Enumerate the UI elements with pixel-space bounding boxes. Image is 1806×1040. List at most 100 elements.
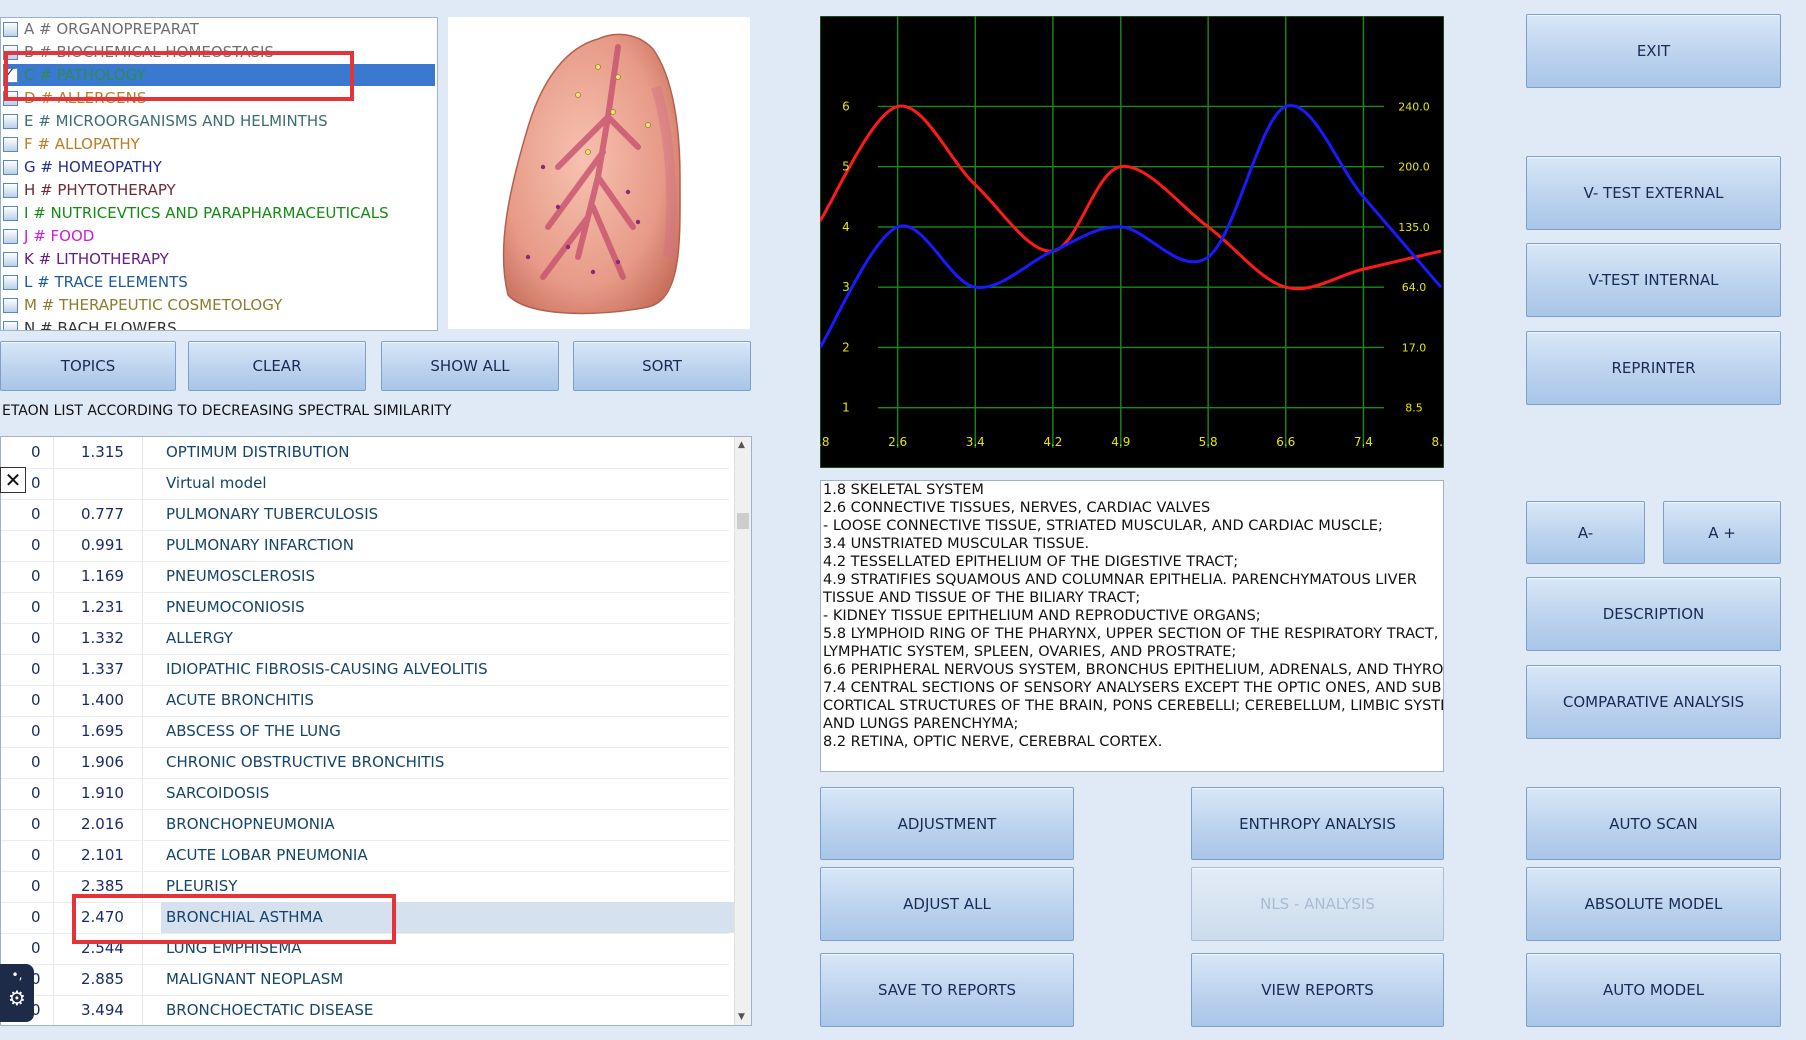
row-count: 0 — [31, 443, 41, 461]
row-name: PULMONARY INFARCTION — [166, 536, 354, 554]
y-left-tick-label: 6 — [842, 99, 850, 113]
table-row[interactable]: ALLERGY 0 1.332 — [1, 623, 729, 655]
description-button[interactable]: DESCRIPTION — [1526, 577, 1781, 651]
view-reports-button[interactable]: VIEW REPORTS — [1191, 953, 1444, 1027]
row-name: ACUTE BRONCHITIS — [166, 691, 314, 709]
scroll-thumb[interactable] — [737, 513, 749, 529]
v-test-external-button[interactable]: V- TEST EXTERNAL — [1526, 156, 1781, 230]
row-value: 2.016 — [81, 815, 124, 833]
description-line: - KIDNEY TISSUE EPITHELIUM AND REPRODUCT… — [823, 608, 1261, 624]
list-caption: ETAON LIST ACCORDING TO DECREASING SPECT… — [2, 403, 452, 419]
topic-checkbox[interactable] — [3, 320, 18, 330]
topic-label: I # NUTRICEVTICS AND PARAPHARMACEUTICALS — [24, 204, 389, 222]
row-name: ACUTE LOBAR PNEUMONIA — [166, 846, 368, 864]
description-line: 6.6 PERIPHERAL NERVOUS SYSTEM, BRONCHUS … — [823, 662, 1444, 678]
row-name: IDIOPATHIC FIBROSIS-CAUSING ALVEOLITIS — [166, 660, 488, 678]
row-name: OPTIMUM DISTRIBUTION — [166, 443, 350, 461]
scroll-up-icon[interactable]: ▲ — [738, 440, 745, 450]
description-line: TISSUE AND TISSUE OF THE BILIARY TRACT; — [823, 590, 1141, 606]
topic-item[interactable]: K # LITHOTHERAPY — [3, 248, 435, 270]
topic-checkbox[interactable] — [3, 205, 18, 221]
adjust-all-button[interactable]: ADJUST ALL — [820, 867, 1074, 941]
scroll-down-icon[interactable]: ▼ — [738, 1012, 745, 1022]
topic-item[interactable]: A # ORGANOPREPARAT — [3, 18, 435, 40]
a-plus-button[interactable]: A + — [1663, 501, 1781, 564]
table-row[interactable]: ACUTE LOBAR PNEUMONIA 0 2.101 — [1, 840, 729, 872]
table-row[interactable]: MALIGNANT NEOPLASM 0 2.885 — [1, 964, 729, 996]
table-row[interactable]: OPTIMUM DISTRIBUTION 0 1.315 — [1, 437, 729, 469]
y-left-tick-label: 1 — [842, 401, 850, 415]
description-line: 8.2 RETINA, OPTIC NERVE, CEREBRAL CORTEX… — [823, 734, 1163, 750]
topic-label: J # FOOD — [24, 227, 95, 245]
topic-checkbox[interactable] — [3, 136, 18, 152]
row-value: 1.169 — [81, 567, 124, 585]
reprinter-button[interactable]: REPRINTER — [1526, 331, 1781, 405]
table-row[interactable]: PULMONARY INFARCTION 0 0.991 — [1, 530, 729, 562]
topic-item[interactable]: I # NUTRICEVTICS AND PARAPHARMACEUTICALS — [3, 202, 435, 224]
topic-checkbox[interactable] — [3, 297, 18, 313]
row-value: 0.777 — [81, 505, 124, 523]
save-to-reports-button[interactable]: SAVE TO REPORTS — [820, 953, 1074, 1027]
topic-item[interactable]: M # THERAPEUTIC COSMETOLOGY — [3, 294, 435, 316]
table-row[interactable]: CHRONIC OBSTRUCTIVE BRONCHITIS 0 1.906 — [1, 747, 729, 779]
topics-button[interactable]: TOPICS — [0, 341, 176, 391]
close-icon[interactable]: ✕ — [0, 467, 26, 493]
x-tick-label: 7.4 — [1354, 435, 1373, 449]
x-tick-label: 1.8 — [820, 435, 830, 449]
dots-icon: •, — [11, 968, 23, 982]
table-row[interactable]: PNEUMOSCLEROSIS 0 1.169 — [1, 561, 729, 593]
topic-checkbox[interactable] — [3, 182, 18, 198]
exit-button[interactable]: EXIT — [1526, 14, 1781, 88]
row-count: 0 — [31, 691, 41, 709]
sort-button[interactable]: SORT — [573, 341, 751, 391]
table-row[interactable]: BRONCHOECTATIC DISEASE 0 3.494 — [1, 995, 729, 1025]
topic-item[interactable]: E # MICROORGANISMS AND HELMINTHS — [3, 110, 435, 132]
table-row[interactable]: PULMONARY TUBERCULOSIS 0 0.777 — [1, 499, 729, 531]
topic-item[interactable]: G # HOMEOPATHY — [3, 156, 435, 178]
table-row[interactable]: BRONCHOPNEUMONIA 0 2.016 — [1, 809, 729, 841]
table-row[interactable]: ABSCESS OF THE LUNG 0 1.695 — [1, 716, 729, 748]
topic-item[interactable]: H # PHYTOTHERAPY — [3, 179, 435, 201]
x-tick-label: 4.2 — [1043, 435, 1062, 449]
x-tick-label: 5.8 — [1199, 435, 1218, 449]
topic-item[interactable]: F # ALLOPATHY — [3, 133, 435, 155]
spectral-chart: 1.8 2.6 3.4 4.2 4.9 5.8 6.6 7.4 8.2 6 5 4 3 2 1 240.0 20… — [820, 16, 1444, 468]
table-row[interactable]: Virtual model 0 — [1, 468, 729, 500]
topic-checkbox[interactable] — [3, 274, 18, 290]
topic-checkbox[interactable] — [3, 159, 18, 175]
comparative-analysis-button[interactable]: COMPARATIVE ANALYSIS — [1526, 665, 1781, 739]
v-test-internal-button[interactable]: V-TEST INTERNAL — [1526, 243, 1781, 317]
table-row[interactable]: PNEUMOCONIOSIS 0 1.231 — [1, 592, 729, 624]
enthropy-analysis-button[interactable]: ENTHROPY ANALYSIS — [1191, 787, 1444, 860]
description-line: AND LUNGS PARENCHYMA; — [823, 716, 1019, 732]
description-line: 7.4 CENTRAL SECTIONS OF SENSORY ANALYSER… — [823, 680, 1442, 696]
adjustment-button[interactable]: ADJUSTMENT — [820, 787, 1074, 860]
settings-widget[interactable]: •, ⚙ — [0, 964, 34, 1022]
topic-checkbox[interactable] — [3, 113, 18, 129]
topic-checkbox[interactable] — [3, 228, 18, 244]
row-count: 0 — [31, 505, 41, 523]
auto-scan-button[interactable]: AUTO SCAN — [1526, 787, 1781, 860]
row-name: PULMONARY TUBERCULOSIS — [166, 505, 379, 523]
chart-background — [820, 16, 1444, 468]
show-all-button[interactable]: SHOW ALL — [381, 341, 559, 391]
table-row[interactable]: IDIOPATHIC FIBROSIS-CAUSING ALVEOLITIS 0 1… — [1, 654, 729, 686]
vertical-scrollbar[interactable]: ▲ ▼ — [734, 437, 751, 1025]
row-count: 0 — [31, 939, 41, 957]
absolute-model-button[interactable]: ABSOLUTE MODEL — [1526, 867, 1781, 941]
table-row[interactable]: SARCOIDOSIS 0 1.910 — [1, 778, 729, 810]
topic-item[interactable]: L # TRACE ELEMENTS — [3, 271, 435, 293]
row-value: 1.332 — [81, 629, 124, 647]
row-name: ABSCESS OF THE LUNG — [166, 722, 341, 740]
description-line: 2.6 CONNECTIVE TISSUES, NERVES, CARDIAC … — [823, 500, 1211, 516]
topic-item[interactable]: N # BACH FLOWERS — [3, 317, 435, 330]
clear-button[interactable]: CLEAR — [188, 341, 366, 391]
a-minus-button[interactable]: A- — [1526, 501, 1645, 564]
row-count: 0 — [31, 660, 41, 678]
topic-item[interactable]: J # FOOD — [3, 225, 435, 247]
row-name: BRONCHOECTATIC DISEASE — [166, 1001, 374, 1019]
topic-checkbox[interactable] — [3, 251, 18, 267]
table-row[interactable]: ACUTE BRONCHITIS 0 1.400 — [1, 685, 729, 717]
auto-model-button[interactable]: AUTO MODEL — [1526, 953, 1781, 1027]
topic-checkbox[interactable] — [3, 21, 18, 37]
